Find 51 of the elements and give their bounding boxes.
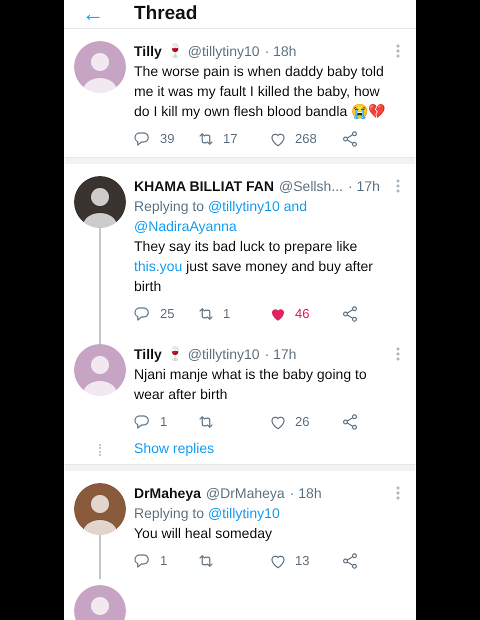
reply-button[interactable]: 25 <box>134 304 197 324</box>
user-handle: @Sellsh... <box>278 177 343 196</box>
name-emoji: 🍷 <box>166 345 183 363</box>
reply-icon <box>134 130 152 148</box>
avatar[interactable] <box>74 483 126 535</box>
mention-link[interactable]: @tillytiny10 <box>208 505 280 521</box>
retweet-icon <box>197 305 215 323</box>
reply-icon <box>134 413 152 431</box>
text-link[interactable]: this.you <box>134 258 182 274</box>
tweet-text: The worse pain is when daddy baby told me it was my fault I killed the baby, how do I kill my own flesh blood bandla 😭💔 <box>134 62 386 121</box>
like-button[interactable]: 13 <box>269 551 341 571</box>
avatar[interactable] <box>74 176 126 228</box>
share-icon[interactable] <box>341 413 359 431</box>
mention-link[interactable]: @tillytiny10 and <box>208 198 307 214</box>
user-handle: @tillytiny10 <box>188 42 260 61</box>
tweet-text: You will heal someday <box>134 524 274 543</box>
tweet-time: · 17h <box>264 345 296 364</box>
user-name[interactable]: Tilly <box>134 41 162 61</box>
retweet-button[interactable]: 1 <box>197 304 269 324</box>
replying-to-label: Replying to <box>134 505 204 521</box>
page-title: Thread <box>134 3 198 25</box>
reply-icon <box>134 552 152 570</box>
share-icon[interactable] <box>341 130 359 148</box>
tweet-time: · 17h <box>348 177 380 196</box>
retweet-button[interactable]: 17 <box>197 129 269 149</box>
share-icon[interactable] <box>341 305 359 323</box>
tweet-text: They say its bad luck to prepare like this.you just save money and buy after birth <box>134 237 374 296</box>
replying-to-label: Replying to <box>134 198 204 214</box>
tweet-time: · 18h <box>290 484 322 503</box>
reply-icon <box>134 305 152 323</box>
reply-button[interactable]: 1 <box>134 412 197 432</box>
user-handle: @DrMaheya <box>206 484 285 503</box>
share-icon[interactable] <box>341 552 359 570</box>
reply-button[interactable]: 39 <box>134 129 197 149</box>
mention-link[interactable]: @NadiraAyanna <box>134 218 237 234</box>
like-button[interactable]: 46 <box>269 304 341 324</box>
show-replies-link[interactable]: Show replies <box>134 440 214 464</box>
retweet-icon <box>197 130 215 148</box>
tweet-time: · 18h <box>264 42 296 61</box>
user-name[interactable]: DrMaheya <box>134 483 201 503</box>
like-button[interactable]: 26 <box>269 412 341 432</box>
retweet-icon <box>197 552 215 570</box>
tweet-text: Njani manje what is the baby going to wear after birth <box>134 365 368 404</box>
reply-button[interactable]: 1 <box>134 551 197 571</box>
user-name[interactable]: KHAMA BILLIAT FAN <box>134 176 274 196</box>
retweet-icon <box>197 413 215 431</box>
user-name[interactable]: Tilly <box>134 344 162 364</box>
like-button[interactable]: 268 <box>269 129 341 149</box>
user-handle: @tillytiny10 <box>188 345 260 364</box>
name-emoji: 🍷 <box>166 42 183 60</box>
back-button[interactable]: ← <box>82 3 134 25</box>
